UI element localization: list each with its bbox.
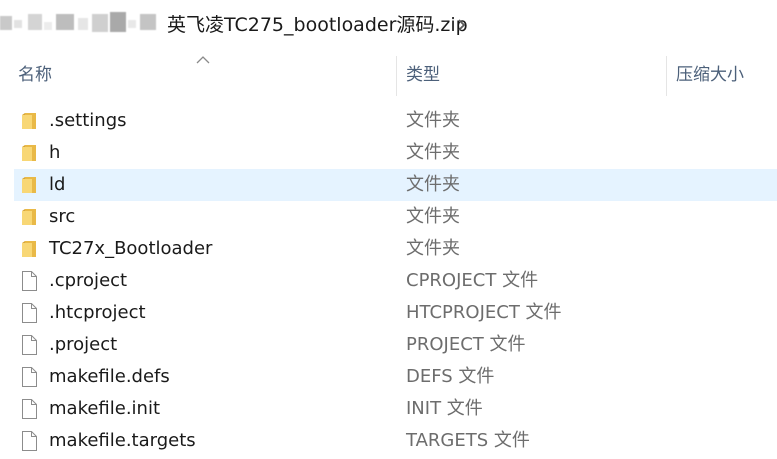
item-name: .settings: [49, 110, 127, 131]
column-divider[interactable]: [666, 56, 667, 96]
address-bar[interactable]: 英飞凌TC275_bootloader源码.zip: [0, 0, 777, 50]
item-name: makefile.init: [49, 398, 161, 419]
file-explorer-window: 英飞凌TC275_bootloader源码.zip 名称 类型 压缩大小 .se…: [0, 0, 777, 459]
item-name: .cproject: [49, 270, 128, 291]
list-item[interactable]: TC27x_Bootloader 文件夹: [14, 233, 777, 265]
item-type: 文件夹: [406, 142, 460, 163]
path-prefix-redacted: [0, 10, 165, 38]
file-icon: [19, 271, 39, 291]
column-divider[interactable]: [396, 56, 397, 96]
item-name: makefile.defs: [49, 366, 170, 387]
breadcrumb-current-folder[interactable]: 英飞凌TC275_bootloader源码.zip: [167, 12, 468, 38]
list-item[interactable]: makefile.init INIT 文件: [14, 393, 777, 425]
column-header-type[interactable]: 类型: [406, 62, 440, 88]
item-type: 文件夹: [406, 238, 460, 259]
item-type: HTCPROJECT 文件: [406, 302, 562, 323]
item-name: makefile.targets: [49, 430, 196, 451]
list-item[interactable]: makefile.defs DEFS 文件: [14, 361, 777, 393]
file-icon: [19, 367, 39, 387]
column-header: 名称 类型 压缩大小: [0, 50, 777, 100]
list-item[interactable]: .cproject CPROJECT 文件: [14, 265, 777, 297]
file-icon: [19, 303, 39, 323]
list-item[interactable]: h 文件夹: [14, 137, 777, 169]
sort-ascending-icon: [196, 56, 210, 64]
list-item[interactable]: makefile.targets TARGETS 文件: [14, 425, 777, 457]
list-item[interactable]: ld 文件夹: [14, 169, 777, 201]
file-icon: [19, 335, 39, 355]
list-item[interactable]: .project PROJECT 文件: [14, 329, 777, 361]
item-type: 文件夹: [406, 206, 460, 227]
folder-icon: [19, 207, 39, 227]
file-icon: [19, 431, 39, 451]
column-header-name[interactable]: 名称: [18, 62, 52, 88]
item-name: h: [49, 142, 61, 163]
item-type: INIT 文件: [406, 398, 483, 419]
item-name: .htcproject: [49, 302, 146, 323]
item-name: src: [49, 206, 76, 227]
item-type: 文件夹: [406, 174, 460, 195]
item-type: PROJECT 文件: [406, 334, 526, 355]
item-name: .project: [49, 334, 118, 355]
item-type: CPROJECT 文件: [406, 270, 539, 291]
folder-icon: [19, 239, 39, 259]
item-name: TC27x_Bootloader: [49, 238, 213, 259]
item-name: ld: [49, 174, 66, 195]
folder-icon: [19, 175, 39, 195]
list-item[interactable]: .htcproject HTCPROJECT 文件: [14, 297, 777, 329]
item-type: 文件夹: [406, 110, 460, 131]
folder-icon: [19, 111, 39, 131]
folder-icon: [19, 143, 39, 163]
item-type: TARGETS 文件: [406, 430, 530, 451]
list-item[interactable]: .settings 文件夹: [14, 105, 777, 137]
chevron-right-icon[interactable]: [452, 14, 472, 36]
column-header-compressed-size[interactable]: 压缩大小: [676, 62, 744, 88]
list-item[interactable]: src 文件夹: [14, 201, 777, 233]
file-icon: [19, 399, 39, 419]
item-type: DEFS 文件: [406, 366, 495, 387]
